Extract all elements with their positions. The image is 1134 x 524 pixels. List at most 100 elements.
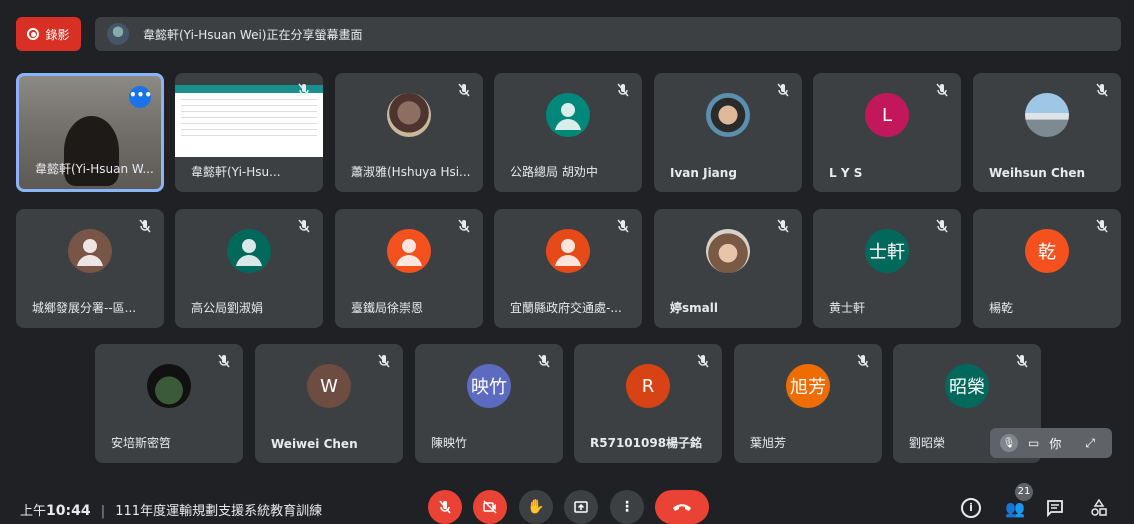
participant-name: R57101098楊子銘 [590,436,703,450]
participant-name: 葉旭芳 [750,436,787,450]
record-indicator[interactable]: 錄影 [16,17,81,51]
clock-and-title: 上午10:44 | 111年度運輸規劃支援系統教育訓練 [20,500,322,519]
avatar: 昭榮 [945,364,989,408]
record-label: 錄影 [45,27,70,42]
people-icon: 👥 [1005,498,1025,518]
avatar-letter: R [641,375,655,397]
camera-off-icon [483,500,497,514]
participant-tile[interactable]: 高公局劉淑娟 [175,209,323,328]
mic-off-icon [535,352,553,370]
avatar: W [307,364,351,408]
avatar-photo [387,93,431,137]
mic-off-icon [933,81,951,99]
participant-tile[interactable]: 乾楊乾 [973,209,1121,328]
meeting-details-button[interactable]: i [960,497,982,519]
avatar-letter: 昭榮 [949,377,985,398]
camera-toggle-button[interactable] [473,490,507,524]
participant-name: L Y S [829,166,863,180]
presentation-banner: 韋懿軒(Yi-Hsuan Wei)正在分享螢幕畫面 [95,17,1121,51]
avatar: 乾 [1025,229,1069,273]
avatar-letter: L [881,104,893,126]
time-prefix: 上午 [20,504,47,519]
participant-tile[interactable]: 旭芳葉旭芳 [734,344,882,463]
volume-off-icon [295,81,313,99]
camera-off-icon[interactable]: ▭ [1028,436,1039,450]
chat-button[interactable] [1044,497,1066,519]
self-label: 你 [1049,436,1062,451]
participant-tile[interactable]: 臺鐵局徐崇恩 [335,209,483,328]
leave-call-button[interactable] [655,490,709,524]
avatar-photo [1025,93,1069,137]
chat-icon [1047,500,1063,517]
avatar-photo [706,93,750,137]
participant-tile[interactable]: ••• 韋懿軒(Yi-Hsuan W... [16,73,164,192]
participant-name: 陳映竹 [431,436,468,450]
participant-tile[interactable]: 韋懿軒(Yi-Hsu... [175,73,323,192]
participant-name: 公路總局 胡劝中 [510,165,598,179]
participant-tile[interactable]: L L Y S [813,73,961,192]
raise-hand-button[interactable]: ✋ [519,490,553,524]
mic-off-icon[interactable]: 🎙 [1000,434,1018,452]
separator: | [100,504,106,519]
avatar [387,229,431,273]
avatar-letter: 士軒 [869,242,905,263]
participant-tile[interactable]: 安培斯密笤 [95,344,243,463]
avatar-letter: 乾 [1038,242,1056,263]
more-options-button[interactable]: ⋮ [610,490,644,524]
participant-tile[interactable]: 映竹陳映竹 [415,344,563,463]
mic-off-icon [933,217,951,235]
participant-tile[interactable]: R R57101098楊子銘 [574,344,722,463]
record-icon [27,28,40,40]
time: 10:44 [46,503,91,519]
participant-name: Ivan Jiang [670,166,737,180]
meeting-title: 111年度運輸規劃支援系統教育訓練 [115,504,323,519]
presentation-text: 韋懿軒(Yi-Hsuan Wei)正在分享螢幕畫面 [143,27,363,42]
participant-name: 高公局劉淑娟 [191,301,264,315]
participant-name: 黄士軒 [829,301,866,315]
mic-off-icon [694,352,712,370]
participant-tile[interactable]: Ivan Jiang [654,73,802,192]
mic-off-icon [1093,81,1111,99]
present-screen-icon [574,501,588,513]
mic-off-icon [614,81,632,99]
mic-off-icon [774,81,792,99]
mic-off-icon [455,217,473,235]
present-button[interactable] [564,490,598,524]
avatar-photo [706,229,750,273]
participant-tile[interactable]: W Weiwei Chen [255,344,403,463]
hand-icon: ✋ [527,499,545,515]
mic-toggle-button[interactable] [428,490,462,524]
participant-name: 韋懿軒(Yi-Hsu... [191,165,281,179]
participant-tile[interactable]: 蕭淑雅(Hshuya Hsi... [335,73,483,192]
participant-name: 韋懿軒(Yi-Hsuan W... [35,162,154,176]
presenter-avatar [107,23,129,45]
mic-off-icon [614,217,632,235]
avatar: 士軒 [865,229,909,273]
participant-tile[interactable]: Weihsun Chen [973,73,1121,192]
participant-tile[interactable]: 城鄉發展分署--區... [16,209,164,328]
activities-button[interactable] [1088,497,1110,519]
info-icon: i [961,498,981,518]
participant-name: 宜蘭縣政府交通處-... [510,301,622,315]
more-options-icon[interactable]: ••• [129,86,152,108]
self-view-controls[interactable]: 🎙 ▭ 你 ⤢ [990,428,1112,458]
more-vert-icon: ⋮ [620,499,634,515]
avatar [227,229,271,273]
avatar-letter: 映竹 [471,377,507,398]
avatar [546,93,590,137]
mic-off-icon [215,352,233,370]
mic-off-icon [455,81,473,99]
mic-off-icon [375,352,393,370]
avatar-letter: 旭芳 [790,377,826,398]
participant-tile[interactable]: 婷small [654,209,802,328]
participant-tile[interactable]: 公路總局 胡劝中 [494,73,642,192]
avatar: L [865,93,909,137]
avatar: R [626,364,670,408]
expand-icon[interactable]: ⤢ [1085,436,1095,451]
mic-off-icon [854,352,872,370]
avatar: 旭芳 [786,364,830,408]
participant-name: 婷small [670,301,718,315]
participant-tile[interactable]: 宜蘭縣政府交通處-... [494,209,642,328]
participant-name: 安培斯密笤 [111,436,172,450]
participant-tile[interactable]: 士軒黄士軒 [813,209,961,328]
